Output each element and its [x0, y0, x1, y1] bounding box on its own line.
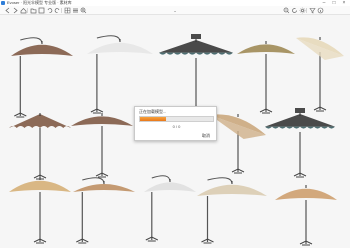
- collapse-toolbar-chevron-icon[interactable]: ⌄: [172, 9, 178, 13]
- undo-icon[interactable]: [46, 7, 53, 14]
- umbrella-model-thumbnail[interactable]: [275, 185, 337, 246]
- umbrella-model-thumbnail[interactable]: [144, 175, 196, 242]
- umbrella-model-thumbnail[interactable]: [210, 114, 266, 174]
- grid-icon[interactable]: [64, 7, 71, 14]
- home-icon[interactable]: [20, 7, 27, 14]
- progress-status: 0 / 0: [172, 124, 181, 129]
- save-icon[interactable]: [38, 7, 45, 14]
- list-icon[interactable]: [72, 7, 79, 14]
- umbrella-model-thumbnail[interactable]: [73, 177, 135, 244]
- zoom-out-icon[interactable]: [283, 7, 290, 14]
- dialog-title: 正在加载模型...: [139, 109, 167, 114]
- filter-icon[interactable]: [309, 7, 316, 14]
- folder-icon[interactable]: [30, 7, 37, 14]
- redo-icon[interactable]: [54, 7, 61, 14]
- info-icon[interactable]: [317, 7, 324, 14]
- forward-icon[interactable]: [12, 7, 19, 14]
- umbrella-model-thumbnail[interactable]: [296, 37, 344, 112]
- umbrella-model-thumbnail[interactable]: [265, 108, 335, 178]
- zoom-in-icon[interactable]: [80, 7, 87, 14]
- umbrella-model-thumbnail[interactable]: [197, 177, 267, 244]
- umbrella-model-thumbnail[interactable]: [9, 113, 71, 180]
- loading-dialog: 正在加载模型... 0 / 0 取消: [134, 106, 217, 141]
- umbrella-model-thumbnail[interactable]: [11, 37, 73, 118]
- progress-bar: [139, 116, 214, 122]
- cancel-button[interactable]: 取消: [198, 132, 214, 139]
- umbrella-model-thumbnail[interactable]: [237, 41, 295, 114]
- back-icon[interactable]: [4, 7, 11, 14]
- umbrella-model-thumbnail[interactable]: [9, 177, 71, 244]
- toolbar-separator: [61, 8, 62, 13]
- umbrella-model-thumbnail[interactable]: [71, 113, 133, 178]
- toolbar-separator: [27, 8, 28, 13]
- app-logo-icon: [1, 1, 5, 5]
- umbrella-model-thumbnail[interactable]: [87, 35, 153, 114]
- toolbar-separator: [306, 8, 307, 13]
- refresh-icon[interactable]: [291, 7, 298, 14]
- progress-fill: [140, 117, 167, 121]
- settings-icon[interactable]: [299, 7, 306, 14]
- umbrella-model-thumbnail[interactable]: [159, 34, 233, 114]
